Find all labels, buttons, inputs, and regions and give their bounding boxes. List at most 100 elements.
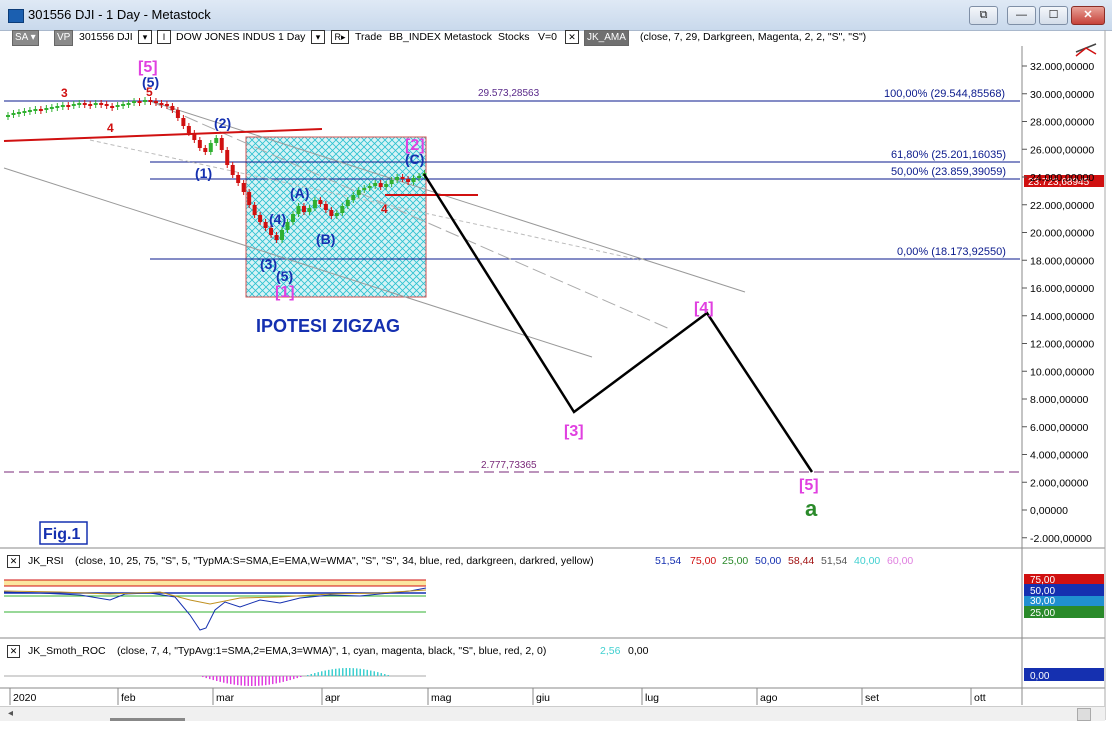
candle-body (159, 103, 164, 105)
wave-2-blue: (2) (214, 115, 231, 131)
wave-5-magenta: [5] (799, 477, 819, 494)
candle-body (307, 208, 312, 212)
scroll-right-icon[interactable] (1077, 708, 1091, 721)
candle-body (329, 210, 334, 216)
candle-body (88, 104, 93, 106)
candle-body (192, 133, 197, 140)
figure-label: Fig.1 (43, 526, 80, 543)
candle-body (280, 230, 285, 240)
rsi-value-2: 75,00 (690, 555, 717, 567)
chart-tool-icon[interactable] (1075, 43, 1097, 57)
candle-body (373, 183, 378, 186)
roc-bar (247, 676, 249, 686)
roc-bar (377, 672, 379, 676)
candle-body (148, 100, 153, 102)
candle-body (66, 105, 71, 107)
roc-bar (373, 671, 375, 676)
wave-c-blue: (C) (405, 151, 424, 167)
roc-bar (359, 668, 361, 676)
roc-bar (345, 668, 347, 676)
candle-body (296, 206, 301, 214)
candle-body (274, 235, 279, 240)
wave-1-blue: (1) (195, 165, 212, 181)
candle-body (126, 103, 131, 105)
close-rsi-icon[interactable]: ✕ (7, 555, 20, 568)
horizontal-scrollbar[interactable]: ◂ (0, 706, 1105, 721)
candle-body (38, 109, 43, 111)
fib-50-label: 50,00% (23.859,39059) (891, 166, 1006, 178)
roc-bar (300, 676, 302, 678)
candle-body (208, 143, 213, 152)
price-axis-label: 22.000,00000 (1030, 200, 1094, 212)
candle-body (258, 215, 263, 222)
wave-4-blue: (4) (269, 211, 286, 227)
roc-bar (251, 676, 253, 686)
price-axis-label: 30.000,00000 (1030, 89, 1094, 101)
roc-bar (265, 676, 267, 686)
scroll-left-icon[interactable]: ◂ (8, 708, 13, 719)
roc-header: ✕ JK_Smoth_ROC (close, 7, 4, "TypAvg:1=S… (0, 645, 1112, 659)
candle-body (99, 103, 104, 105)
candle-body (351, 195, 356, 200)
candle-body (345, 200, 350, 206)
date-axis-label: giu (536, 692, 550, 704)
rsi-value-3: 25,00 (722, 555, 749, 567)
candle-body (252, 205, 257, 215)
price-axis-label: 6.000,00000 (1030, 422, 1089, 434)
roc-bar (366, 669, 368, 676)
candle-body (60, 105, 65, 107)
candle-body (411, 178, 416, 182)
candle-body (334, 213, 339, 216)
candle-body (384, 184, 389, 187)
candle-body (93, 103, 98, 105)
candle-body (301, 206, 306, 212)
price-axis-label: 8.000,00000 (1030, 394, 1089, 406)
price-axis-label: 24.000,00000 (1030, 172, 1094, 184)
roc-bar (223, 676, 225, 683)
close-roc-icon[interactable]: ✕ (7, 645, 20, 658)
roc-bar (212, 676, 214, 681)
roc-bar (237, 676, 239, 686)
wave-3-red: 3 (61, 86, 68, 100)
date-axis-label: mag (431, 692, 452, 704)
roc-name[interactable]: JK_Smoth_ROC (28, 645, 106, 657)
roc-bar (331, 669, 333, 676)
wave-b-blue: (B) (316, 231, 335, 247)
candle-body (181, 118, 186, 126)
price-axis-label: 18.000,00000 (1030, 255, 1094, 267)
price-axis-label: 28.000,00000 (1030, 117, 1094, 129)
rsi-name[interactable]: JK_RSI (28, 555, 64, 567)
candle-body (236, 175, 241, 183)
roc-bar (296, 676, 298, 679)
roc-bar (219, 676, 221, 682)
roc-value-2: 0,00 (628, 645, 649, 657)
candle-body (389, 180, 394, 184)
roc-bar (230, 676, 232, 685)
roc-bar (286, 676, 288, 681)
rsi-value-5: 58,44 (788, 555, 815, 567)
fib-100-label: 100,00% (29.544,85568) (884, 88, 1005, 100)
candle-body (362, 188, 367, 190)
roc-value-1: 2,56 (600, 645, 621, 657)
candle-body (395, 177, 400, 180)
roc-bar (258, 676, 260, 686)
candle-body (400, 177, 405, 179)
roc-bar (282, 676, 284, 682)
roc-axis-zero: 0,00 (1030, 671, 1050, 682)
price-axis-label: 12.000,00000 (1030, 339, 1094, 351)
price-axis-label: 2.000,00000 (1030, 477, 1089, 489)
candle-body (110, 106, 115, 108)
roc-bar (279, 676, 281, 683)
date-axis-label: ago (760, 692, 778, 704)
scroll-thumb[interactable] (110, 718, 185, 721)
candle-body (340, 206, 345, 213)
candle-body (77, 103, 82, 105)
candle-body (115, 105, 120, 107)
roc-bar (321, 671, 323, 676)
price-axis-label: 26.000,00000 (1030, 144, 1094, 156)
roc-params: (close, 7, 4, "TypAvg:1=SMA,2=EMA,3=WMA)… (117, 645, 547, 657)
rsi-value-6: 51,54 (821, 555, 848, 567)
wave-3-blue: (3) (260, 256, 277, 272)
price-axis-label: 32.000,00000 (1030, 61, 1094, 73)
date-axis-label: feb (121, 692, 136, 704)
